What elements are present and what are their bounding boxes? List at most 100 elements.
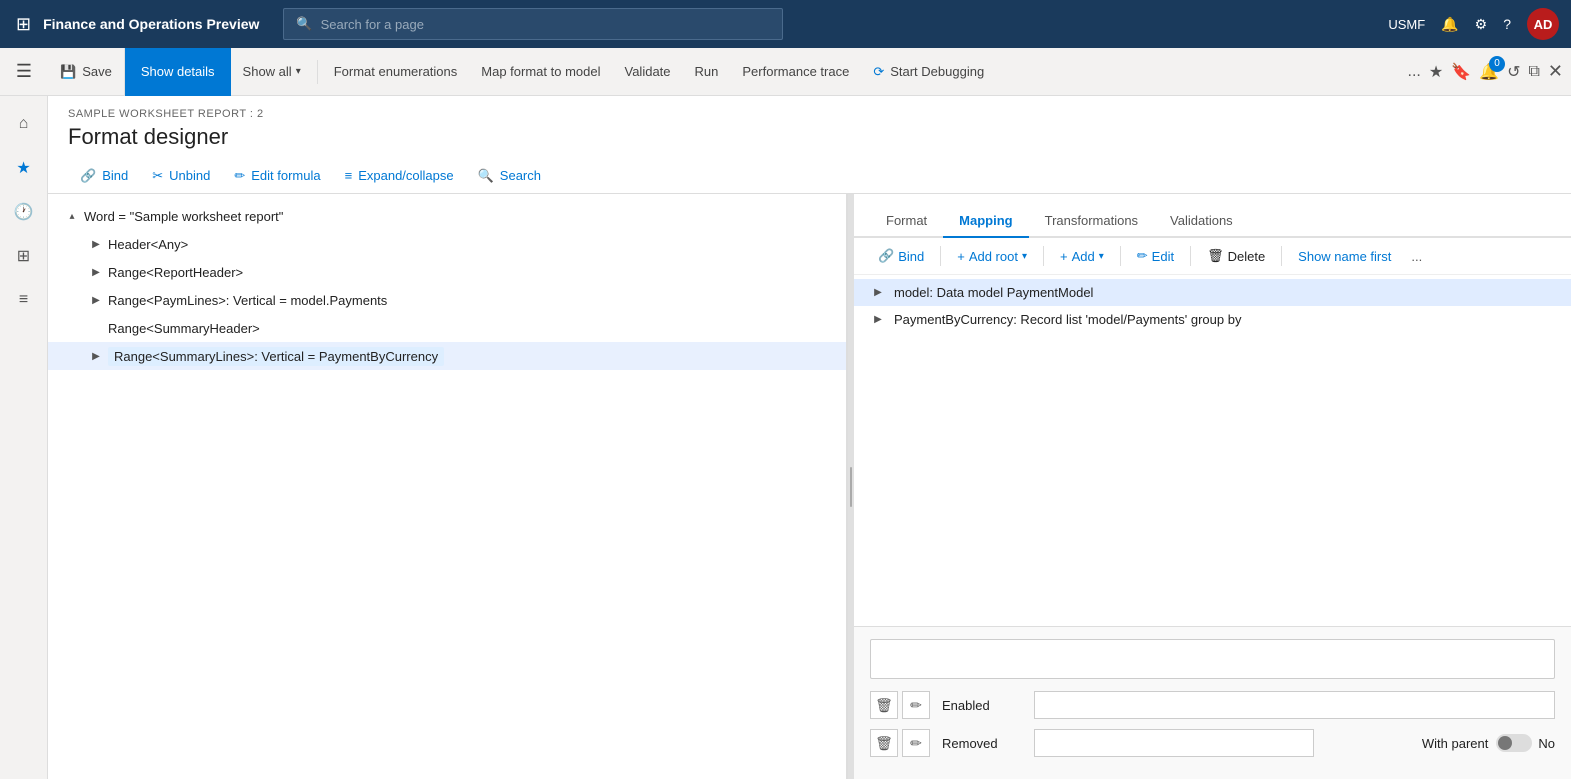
settings-icon[interactable]: ⚙ — [1475, 16, 1488, 33]
tree-item-label: Range<SummaryHeader> — [108, 321, 838, 336]
add-icon: + — [1060, 249, 1068, 264]
show-all-chevron-icon: ▾ — [296, 66, 301, 77]
toolbar-right-actions: ... ★ 🔖 🔔 0 ↺ ⧉ ✕ — [1408, 61, 1563, 82]
close-icon[interactable]: ✕ — [1548, 61, 1563, 82]
toolbar-sep — [1043, 246, 1044, 266]
sidebar-nav-recent[interactable]: 🕐 — [4, 192, 44, 232]
bind-button[interactable]: 🔗 Bind — [68, 158, 140, 194]
toolbar-sep — [1190, 246, 1191, 266]
right-pane: Format Mapping Transformations Validatio… — [854, 194, 1571, 779]
mapping-toolbar: 🔗 Bind + Add root ▾ + Add ▾ — [854, 238, 1571, 275]
more-button[interactable]: ... — [1403, 245, 1430, 268]
edit-icon: ✏ — [1137, 248, 1148, 264]
mapping-bind-button[interactable]: 🔗 Bind — [870, 244, 932, 268]
mapping-toggle-icon[interactable]: ▶ — [870, 287, 886, 298]
performance-trace-button[interactable]: Performance trace — [730, 48, 861, 96]
removed-label: Removed — [942, 736, 1022, 751]
tree-toggle-icon[interactable]: ▶ — [88, 295, 104, 306]
removed-field-row: 🗑 ✏ Removed With parent No — [870, 729, 1555, 757]
tree-item[interactable]: ▶ Range<ReportHeader> — [48, 258, 846, 286]
toolbar-sep — [1281, 246, 1282, 266]
app-grid-icon[interactable]: ⊞ — [12, 10, 35, 39]
toolbar-more-button[interactable]: ... — [1408, 63, 1421, 81]
removed-input[interactable] — [1034, 729, 1314, 757]
mapping-tree: ▶ model: Data model PaymentModel ▶ Payme… — [854, 275, 1571, 626]
notification-icon[interactable]: 🔔 — [1441, 16, 1458, 33]
with-parent-label: With parent — [1422, 736, 1488, 751]
add-root-chevron-icon: ▾ — [1022, 251, 1027, 262]
add-root-button[interactable]: + Add root ▾ — [949, 245, 1035, 268]
sidebar-nav-modules[interactable]: ≡ — [4, 280, 44, 320]
map-format-button[interactable]: Map format to model — [469, 48, 612, 96]
mapping-toggle-icon[interactable]: ▶ — [870, 314, 886, 325]
notification-badge-area[interactable]: 🔔 0 — [1479, 62, 1499, 82]
delete-button[interactable]: 🗑 Delete — [1199, 244, 1273, 268]
add-button[interactable]: + Add ▾ — [1052, 245, 1112, 268]
filter-input-box[interactable] — [870, 639, 1555, 679]
sidebar-nav-workspaces[interactable]: ⊞ — [4, 236, 44, 276]
unbind-button[interactable]: ✂ Unbind — [140, 158, 222, 194]
sub-toolbar: 🔗 Bind ✂ Unbind ✏ Edit formula ≡ Expand/… — [48, 158, 1571, 194]
enabled-input[interactable] — [1034, 691, 1555, 719]
user-company-label[interactable]: USMF — [1388, 17, 1425, 32]
enabled-edit-button[interactable]: ✏ — [902, 691, 930, 719]
start-debugging-button[interactable]: ⟳ Start Debugging — [861, 48, 996, 96]
tree-item-label: Header<Any> — [108, 237, 838, 252]
user-avatar[interactable]: AD — [1527, 8, 1559, 40]
notification-count-badge: 0 — [1489, 56, 1505, 72]
tree-toggle-icon[interactable]: ▶ — [88, 239, 104, 250]
format-tree: ▴ Word = "Sample worksheet report" ▶ Hea… — [48, 194, 846, 779]
removed-edit-button[interactable]: ✏ — [902, 729, 930, 757]
save-button[interactable]: 💾 Save — [48, 48, 125, 96]
breadcrumb: SAMPLE WORKSHEET REPORT : 2 — [68, 108, 1551, 120]
search-placeholder: Search for a page — [321, 17, 424, 32]
refresh-icon[interactable]: ↺ — [1507, 62, 1520, 82]
expand-collapse-button[interactable]: ≡ Expand/collapse — [333, 158, 466, 194]
removed-delete-button[interactable]: 🗑 — [870, 729, 898, 757]
run-button[interactable]: Run — [683, 48, 731, 96]
sidebar-nav-home[interactable]: ⌂ — [4, 104, 44, 144]
sidebar-nav-favorites[interactable]: ★ — [4, 148, 44, 188]
enabled-delete-button[interactable]: 🗑 — [870, 691, 898, 719]
enabled-label: Enabled — [942, 698, 1022, 713]
with-parent-toggle[interactable]: No — [1496, 734, 1555, 752]
tab-mapping[interactable]: Mapping — [943, 205, 1028, 238]
toggle-knob[interactable] — [1496, 734, 1532, 752]
tab-validations[interactable]: Validations — [1154, 205, 1249, 238]
tree-item[interactable]: Range<SummaryHeader> — [48, 314, 846, 342]
tab-format[interactable]: Format — [870, 205, 943, 238]
tree-toggle-icon[interactable]: ▶ — [88, 267, 104, 278]
edit-button[interactable]: ✏ Edit — [1129, 244, 1182, 268]
global-search-bar[interactable]: 🔍 Search for a page — [283, 8, 783, 40]
tree-toggle-icon[interactable]: ▴ — [64, 211, 80, 222]
tree-toggle-icon[interactable]: ▶ — [88, 351, 104, 362]
mapping-item-model[interactable]: ▶ model: Data model PaymentModel — [854, 279, 1571, 306]
edit-formula-button[interactable]: ✏ Edit formula — [222, 158, 332, 194]
debug-icon: ⟳ — [873, 64, 884, 80]
show-all-button[interactable]: Show all ▾ — [231, 48, 313, 96]
bookmark-icon[interactable]: 🔖 — [1451, 62, 1471, 82]
unbind-icon: ✂ — [152, 168, 163, 184]
tree-item[interactable]: ▶ Header<Any> — [48, 230, 846, 258]
bind-icon: 🔗 — [80, 168, 96, 184]
open-in-new-icon[interactable]: ⧉ — [1528, 63, 1539, 81]
tab-transformations[interactable]: Transformations — [1029, 205, 1154, 238]
favorites-icon[interactable]: ★ — [1429, 62, 1443, 82]
help-icon[interactable]: ? — [1503, 16, 1511, 32]
show-details-button[interactable]: Show details — [125, 48, 231, 96]
search-icon: 🔍 — [296, 16, 312, 32]
mapping-item-payment-by-currency[interactable]: ▶ PaymentByCurrency: Record list 'model/… — [854, 306, 1571, 333]
format-enumerations-button[interactable]: Format enumerations — [322, 48, 470, 96]
search-button[interactable]: 🔍 Search — [466, 158, 553, 194]
tree-item[interactable]: ▴ Word = "Sample worksheet report" — [48, 202, 846, 230]
show-name-first-button[interactable]: Show name first — [1290, 245, 1399, 268]
tree-item-label: Range<PaymLines>: Vertical = model.Payme… — [108, 293, 838, 308]
validate-button[interactable]: Validate — [613, 48, 683, 96]
tree-item-label: Range<SummaryLines>: Vertical = PaymentB… — [108, 349, 838, 364]
left-pane: ▴ Word = "Sample worksheet report" ▶ Hea… — [48, 194, 848, 779]
mapping-bind-icon: 🔗 — [878, 248, 894, 264]
tree-item[interactable]: ▶ Range<PaymLines>: Vertical = model.Pay… — [48, 286, 846, 314]
tree-item-selected[interactable]: ▶ Range<SummaryLines>: Vertical = Paymen… — [48, 342, 846, 370]
sidebar-toggle-button[interactable]: ☰ — [0, 48, 48, 96]
add-root-icon: + — [957, 249, 965, 264]
